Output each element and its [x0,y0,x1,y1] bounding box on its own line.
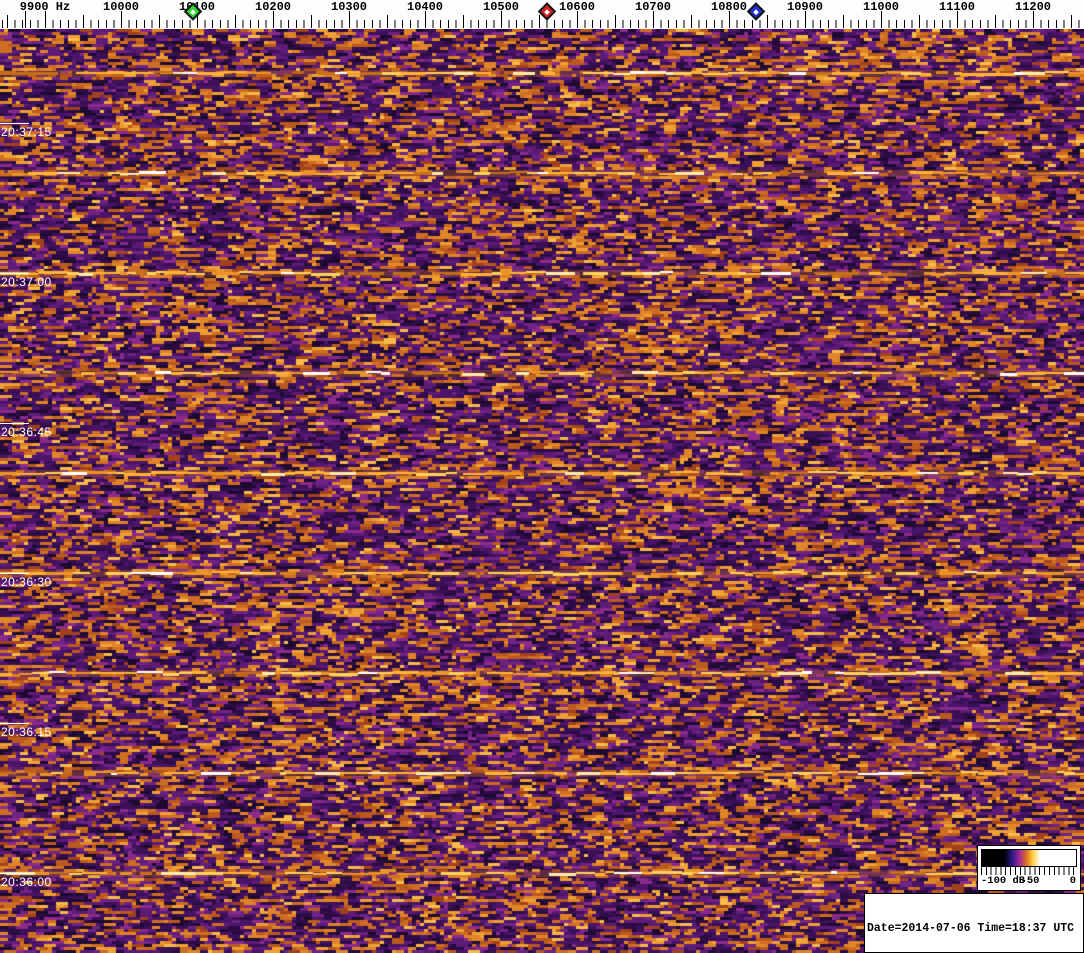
marker-green-core [190,8,197,15]
colorbar-label-min: -100 dB [981,875,1026,887]
freq-tick-label: 9900 Hz [19,0,71,14]
colorbar-tick-scale [981,867,1077,875]
time-label: 20:36:00 [1,875,52,889]
marker-red-core [543,8,550,15]
info-panel: Date=2014-07-06 Time=18:37 UTC Freq=143 … [864,893,1084,953]
freq-tick-label: 10200 [254,0,292,14]
freq-tick-label: 10300 [330,0,368,14]
colorbar-label-max: 0 [1069,875,1076,887]
freq-tick-label: 11000 [862,0,900,14]
frequency-ruler: 9900 Hz100001010010200103001040010500106… [0,0,1084,29]
time-tick [0,873,29,874]
freq-tick-label: 10400 [406,0,444,14]
time-tick [0,723,29,724]
time-tick [0,123,29,124]
freq-tick-label: 10900 [786,0,824,14]
freq-tick-label: 10600 [558,0,596,14]
freq-tick-label: 10800 [710,0,748,14]
time-label: 20:37:15 [1,125,52,139]
spectrogram-window: 9900 Hz100001010010200103001040010500106… [0,0,1084,953]
time-tick [0,423,29,424]
colorbar-legend: -100 dB -50 0 [977,845,1081,891]
colorbar-label-mid: -50 [1020,875,1040,887]
freq-tick-label: 10000 [102,0,140,14]
waterfall-display [0,29,1084,953]
time-tick [0,273,29,274]
time-label: 20:37:00 [1,275,52,289]
time-tick [0,573,29,574]
freq-tick-label: 10700 [634,0,672,14]
time-label: 20:36:30 [1,575,52,589]
freq-tick-label: 11100 [938,0,976,14]
freq-tick-label: 10500 [482,0,520,14]
marker-blue-core [752,8,759,15]
time-label: 20:36:15 [1,725,52,739]
info-line-date: Date=2014-07-06 Time=18:37 UTC [867,922,1075,935]
freq-tick-label: 11200 [1014,0,1052,14]
time-label: 20:36:45 [1,425,52,439]
colorbar-gradient [981,849,1077,867]
